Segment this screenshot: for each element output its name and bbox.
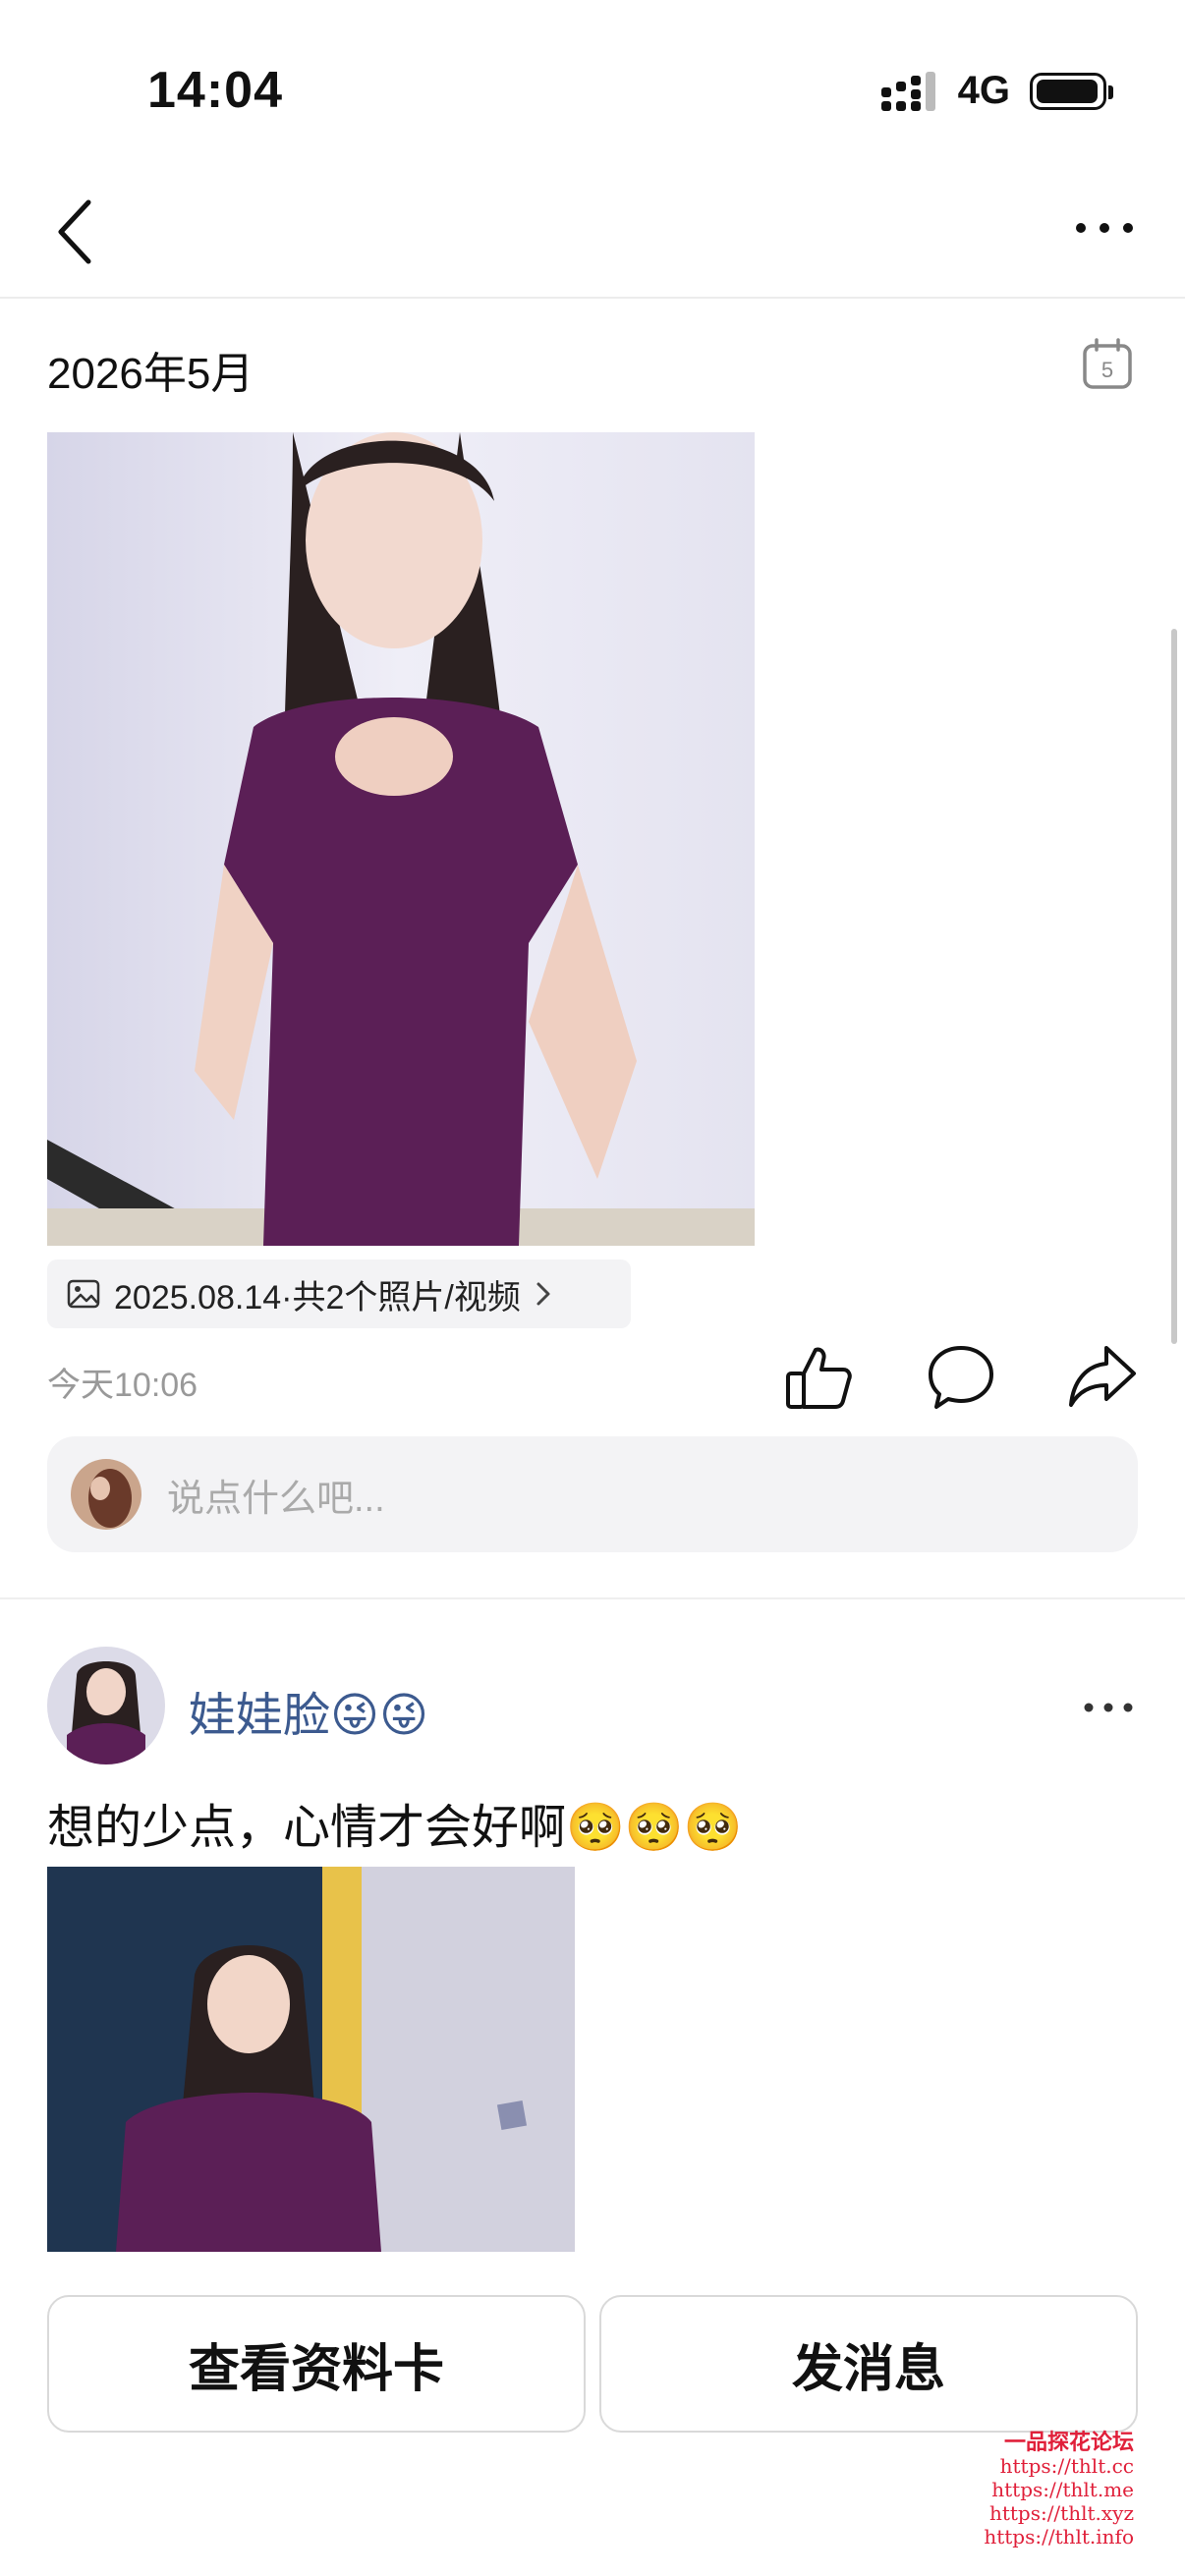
header-divider [0, 297, 1185, 299]
my-avatar [71, 1459, 141, 1530]
watermark-title: 一品探花论坛 [1003, 2430, 1134, 2455]
calendar-icon[interactable]: 5 [1081, 338, 1134, 391]
username[interactable]: 娃娃脸😜😜 [189, 1676, 428, 1745]
watermark-line: https://thlt.me [991, 2478, 1134, 2501]
comment-input[interactable]: 说点什么吧... [47, 1436, 1138, 1552]
post-text: 想的少点，心情才会好啊🥺🥺🥺 [47, 1802, 743, 1854]
svg-text:5: 5 [1101, 358, 1113, 382]
status-icons: 4G [880, 69, 1113, 113]
post-photo[interactable] [47, 432, 755, 1246]
battery-icon [1030, 72, 1113, 110]
album-link[interactable]: 2025.08.14·共2个照片/视频 [47, 1260, 631, 1328]
more-options-icon[interactable] [1075, 218, 1134, 238]
watermark-line: https://thlt.info [984, 2525, 1134, 2548]
network-label: 4G [957, 69, 1010, 112]
signal-icon [880, 71, 935, 111]
watermark-line: https://thlt.xyz [988, 2501, 1134, 2525]
post-separator [0, 1597, 1185, 1599]
send-message-button[interactable]: 发消息 [599, 2295, 1138, 2433]
album-label: 2025.08.14·共2个照片/视频 [114, 1278, 521, 1316]
image-icon [67, 1279, 100, 1309]
comment-placeholder: 说点什么吧... [167, 1478, 385, 1520]
status-time: 14:04 [147, 62, 283, 119]
chevron-right-icon [536, 1282, 550, 1306]
user-avatar[interactable] [47, 1647, 165, 1764]
month-heading: 2026年5月 [47, 350, 254, 398]
post-photo-2[interactable] [47, 1867, 575, 2252]
view-profile-card-button[interactable]: 查看资料卡 [47, 2295, 586, 2433]
watermark-line: https://thlt.cc [999, 2454, 1134, 2478]
post-timestamp: 今天10:06 [47, 1367, 198, 1404]
share-arrow-icon[interactable] [1065, 1340, 1138, 1413]
scrollbar[interactable] [1171, 629, 1177, 1344]
comment-bubble-icon[interactable] [925, 1340, 997, 1413]
watermark: 一品探花论坛 https://thlt.cc https://thlt.me h… [984, 2431, 1134, 2548]
back-chevron-icon[interactable] [51, 196, 102, 267]
like-thumb-icon[interactable] [782, 1340, 855, 1413]
post-more-icon[interactable] [1083, 1700, 1134, 1715]
